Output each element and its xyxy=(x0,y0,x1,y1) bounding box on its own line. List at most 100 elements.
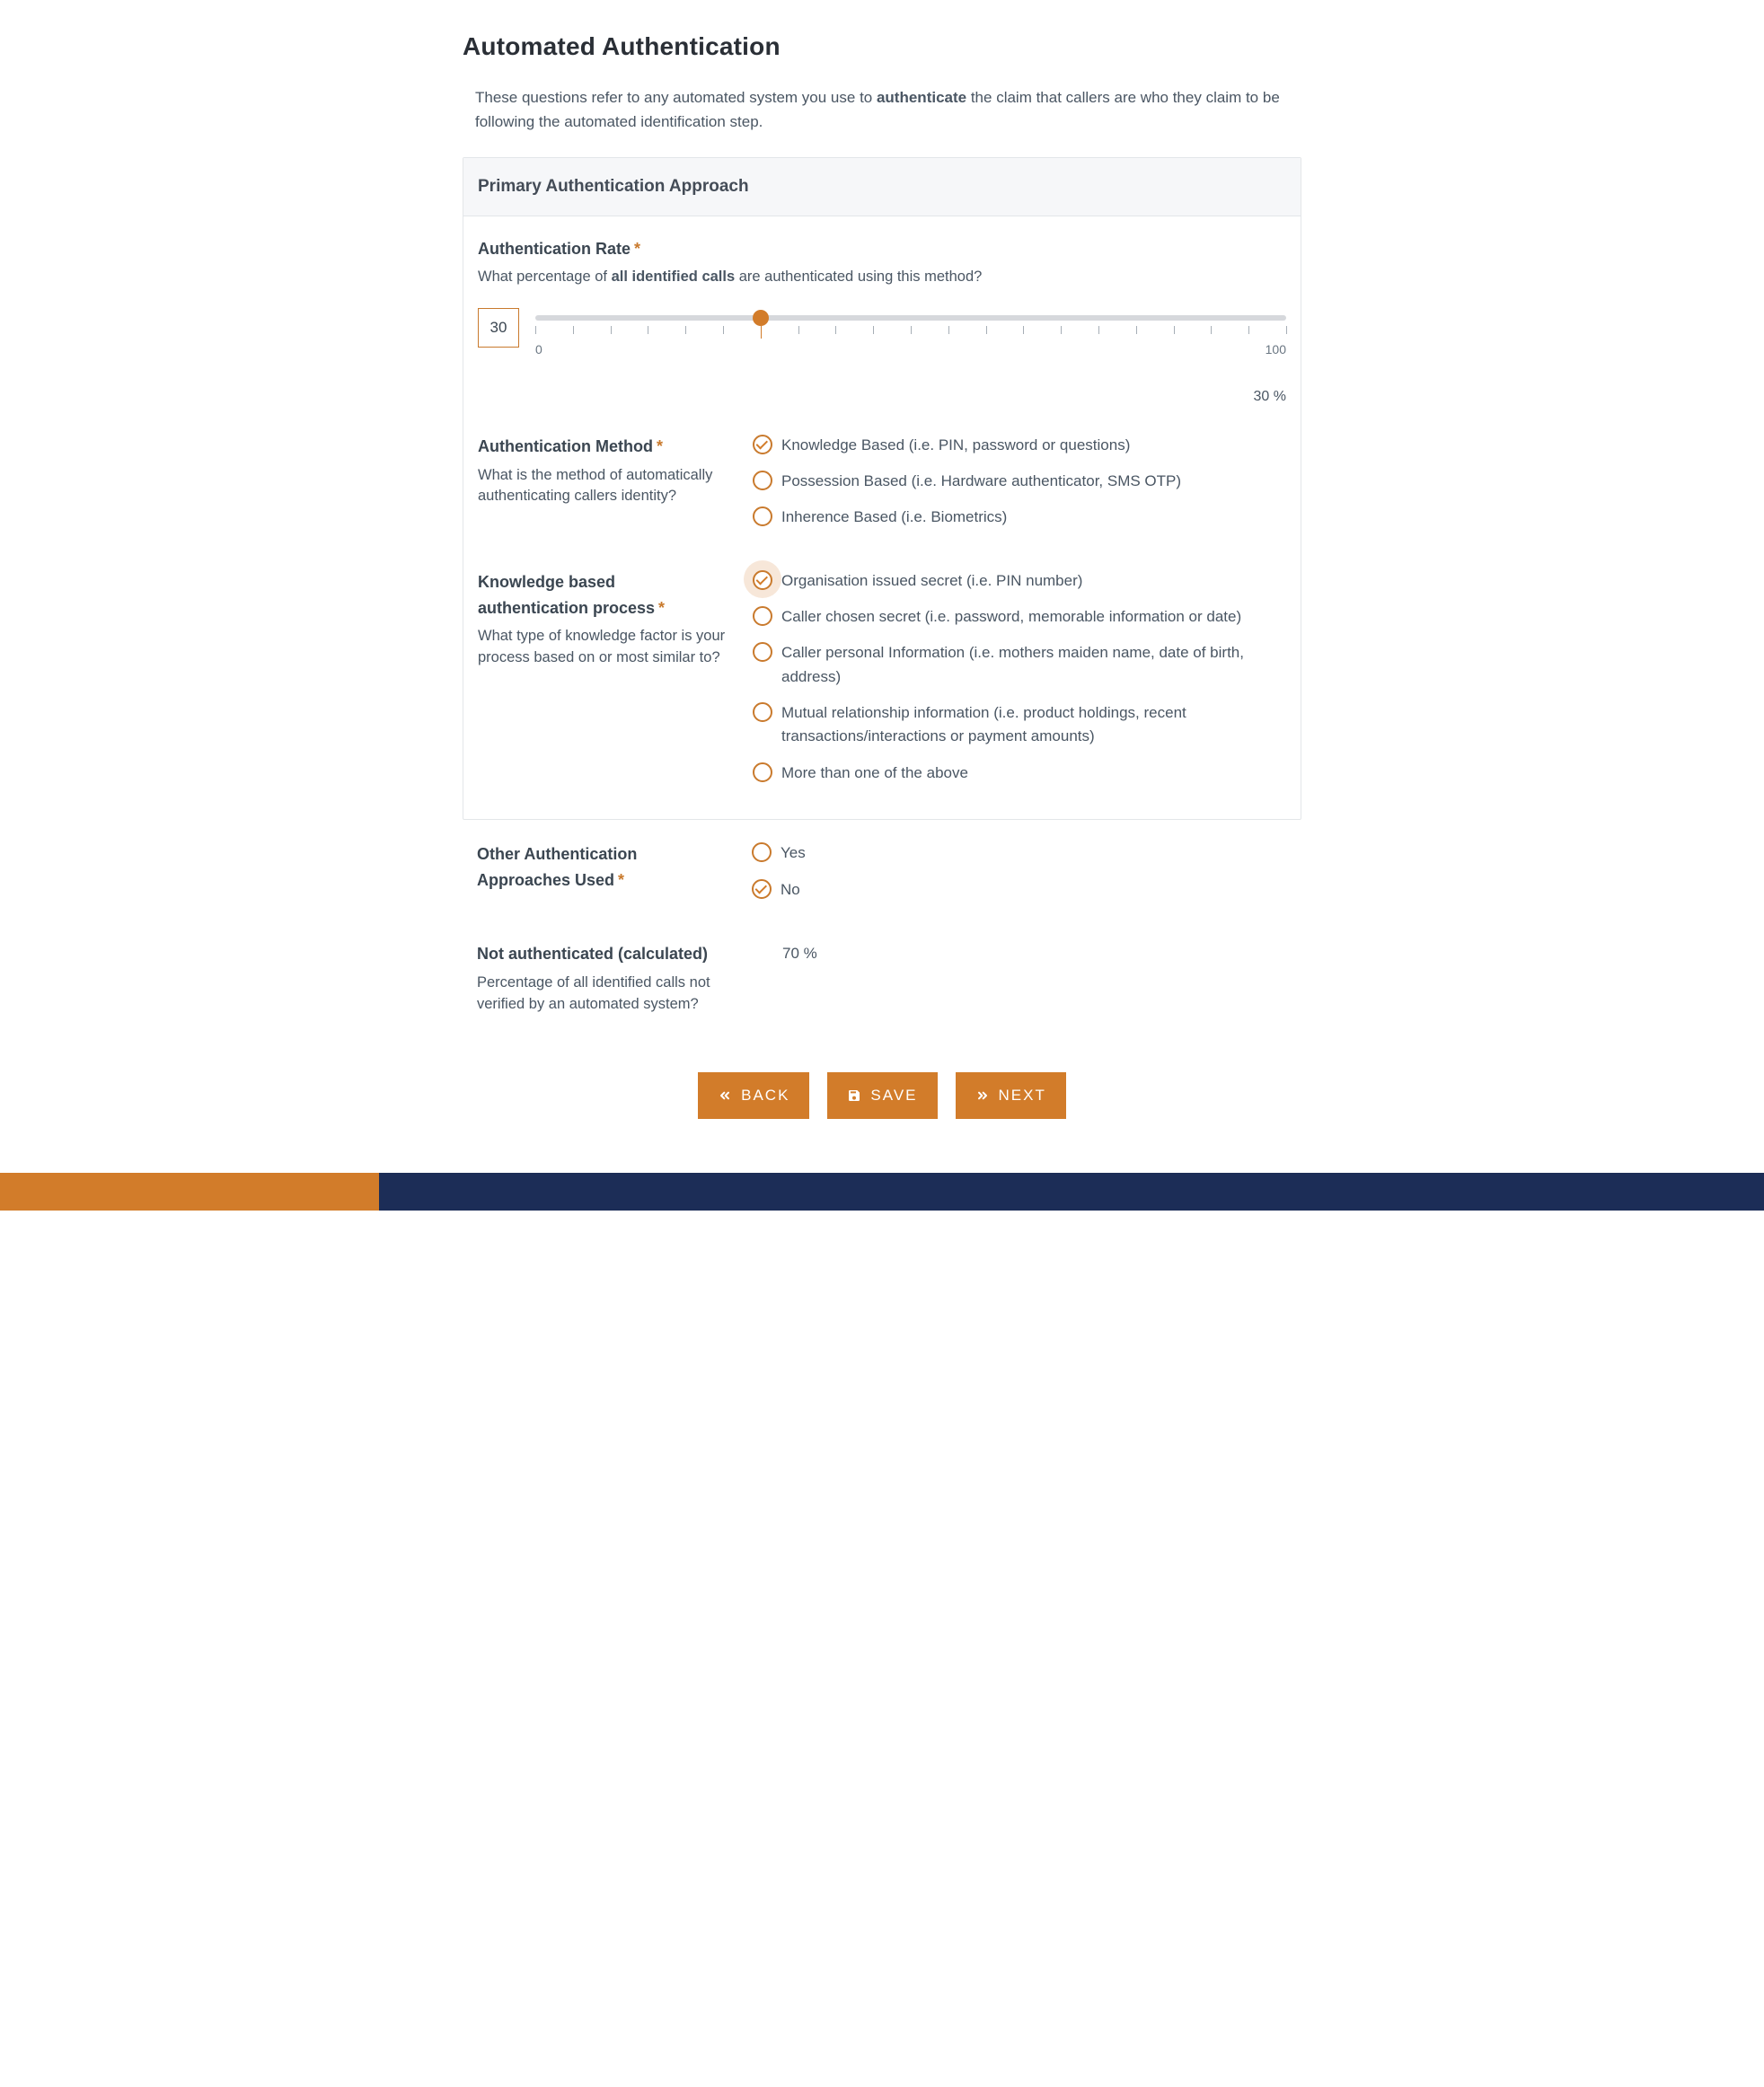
other-radio-item[interactable]: No xyxy=(752,878,1287,902)
required-mark: * xyxy=(658,599,665,617)
auth-method-label: Authentication Method* xyxy=(478,434,729,460)
kba-radio-item[interactable]: Mutual relationship information (i.e. pr… xyxy=(753,701,1286,749)
slider-value-input[interactable]: 30 xyxy=(478,308,519,348)
required-mark: * xyxy=(634,240,640,258)
slider-max-label: 100 xyxy=(1266,340,1286,358)
slider-tick xyxy=(1174,326,1175,334)
back-button[interactable]: BACK xyxy=(698,1072,809,1119)
intro-text: These questions refer to any automated s… xyxy=(475,85,1301,134)
method-radio-item[interactable]: Possession Based (i.e. Hardware authenti… xyxy=(753,470,1286,493)
field-not-authenticated: Not authenticated (calculated) Percentag… xyxy=(477,941,1287,1016)
slider-labels: 0 100 xyxy=(535,340,1286,358)
auth-method-left: Authentication Method* What is the metho… xyxy=(478,434,729,542)
kba-desc: What type of knowledge factor is your pr… xyxy=(478,626,729,669)
slider-tick xyxy=(1023,326,1024,334)
slider-tick xyxy=(685,326,686,334)
field-other-approaches: Other Authentication Approaches Used* Ye… xyxy=(477,841,1287,914)
kba-radio-item[interactable]: Organisation issued secret (i.e. PIN num… xyxy=(753,569,1286,593)
auth-rate-label: Authentication Rate* xyxy=(478,236,1286,262)
slider-tick xyxy=(873,326,874,334)
auth-method-desc: What is the method of automatically auth… xyxy=(478,465,729,508)
radio-circle[interactable] xyxy=(753,471,772,490)
radio-circle[interactable] xyxy=(753,702,772,722)
radio-circle[interactable] xyxy=(753,435,772,454)
method-radio-item[interactable]: Inherence Based (i.e. Biometrics) xyxy=(753,506,1286,529)
slider-tick xyxy=(1248,326,1249,334)
next-button[interactable]: NEXT xyxy=(956,1072,1066,1119)
radio-label: Caller personal Information (i.e. mother… xyxy=(781,641,1286,689)
radio-circle[interactable] xyxy=(753,570,772,590)
radio-label: Mutual relationship information (i.e. pr… xyxy=(781,701,1286,749)
below-card-section: Other Authentication Approaches Used* Ye… xyxy=(463,838,1301,1036)
slider-tick xyxy=(835,326,836,334)
slider-tick xyxy=(1211,326,1212,334)
button-row: BACK SAVE NEXT xyxy=(463,1072,1301,1119)
slider-min-label: 0 xyxy=(535,340,542,358)
radio-label: Caller chosen secret (i.e. password, mem… xyxy=(781,605,1241,629)
radio-label: Inherence Based (i.e. Biometrics) xyxy=(781,506,1007,529)
slider-ticks xyxy=(535,326,1286,339)
required-mark: * xyxy=(657,437,663,455)
slider-tick xyxy=(573,326,574,334)
double-chevron-left-icon xyxy=(718,1088,732,1103)
method-radio-item[interactable]: Knowledge Based (i.e. PIN, password or q… xyxy=(753,434,1286,457)
slider-wrap: 0 100 xyxy=(535,308,1286,358)
not-auth-right: 70 % xyxy=(752,941,1287,1016)
radio-label: More than one of the above xyxy=(781,762,968,785)
radio-circle[interactable] xyxy=(752,879,772,899)
save-button[interactable]: SAVE xyxy=(827,1072,937,1119)
back-label: BACK xyxy=(741,1087,789,1105)
other-radio-item[interactable]: Yes xyxy=(752,841,1287,865)
radio-label: Knowledge Based (i.e. PIN, password or q… xyxy=(781,434,1130,457)
auth-rate-desc: What percentage of all identified calls … xyxy=(478,267,1286,288)
kba-label: Knowledge based authentication process* xyxy=(478,569,729,621)
radio-label: Organisation issued secret (i.e. PIN num… xyxy=(781,569,1082,593)
radio-label: Yes xyxy=(781,841,806,865)
slider-tick xyxy=(911,326,912,334)
card-primary-approach: Primary Authentication Approach Authenti… xyxy=(463,157,1301,820)
double-chevron-right-icon xyxy=(975,1088,990,1103)
slider-tick xyxy=(611,326,612,334)
slider-tick xyxy=(1286,326,1287,334)
footer-bar xyxy=(0,1173,1764,1211)
field-auth-rate: Authentication Rate* What percentage of … xyxy=(478,236,1286,407)
radio-circle[interactable] xyxy=(753,762,772,782)
not-auth-desc: Percentage of all identified calls not v… xyxy=(477,973,728,1016)
radio-circle[interactable] xyxy=(753,606,772,626)
other-options: Yes No xyxy=(752,841,1287,914)
not-auth-label: Not authenticated (calculated) xyxy=(477,941,728,967)
kba-radio-item[interactable]: More than one of the above xyxy=(753,762,1286,785)
radio-circle[interactable] xyxy=(753,642,772,662)
kba-radio-item[interactable]: Caller chosen secret (i.e. password, mem… xyxy=(753,605,1286,629)
field-auth-method: Authentication Method* What is the metho… xyxy=(478,434,1286,542)
not-auth-value: 70 % xyxy=(752,941,1287,965)
slider-handle[interactable] xyxy=(753,310,769,326)
page-container: Automated Authentication These questions… xyxy=(441,0,1323,1119)
slider-tick xyxy=(1098,326,1099,334)
slider-tick xyxy=(1061,326,1062,334)
card-body: Authentication Rate* What percentage of … xyxy=(463,216,1301,820)
slider-tick xyxy=(1136,326,1137,334)
not-auth-left: Not authenticated (calculated) Percentag… xyxy=(477,941,728,1016)
slider-tick xyxy=(723,326,724,334)
kba-radio-item[interactable]: Caller personal Information (i.e. mother… xyxy=(753,641,1286,689)
slider-tick xyxy=(798,326,799,334)
save-icon xyxy=(847,1088,861,1103)
slider-row: 30 0 100 xyxy=(478,308,1286,358)
save-label: SAVE xyxy=(870,1087,917,1105)
slider-tick xyxy=(535,326,536,334)
intro-prefix: These questions refer to any automated s… xyxy=(475,89,877,106)
next-label: NEXT xyxy=(999,1087,1046,1105)
radio-circle[interactable] xyxy=(752,842,772,862)
slider-tick xyxy=(948,326,949,334)
intro-strong: authenticate xyxy=(877,89,966,106)
auth-method-options: Knowledge Based (i.e. PIN, password or q… xyxy=(753,434,1286,542)
radio-circle[interactable] xyxy=(753,506,772,526)
field-kba-process: Knowledge based authentication process* … xyxy=(478,569,1286,797)
other-label: Other Authentication Approaches Used* xyxy=(477,841,728,894)
slider-track[interactable] xyxy=(535,315,1286,321)
kba-left: Knowledge based authentication process* … xyxy=(478,569,729,797)
footer-orange-segment xyxy=(0,1173,379,1211)
slider-percent-display: 30 % xyxy=(478,386,1286,407)
kba-options: Organisation issued secret (i.e. PIN num… xyxy=(753,569,1286,797)
